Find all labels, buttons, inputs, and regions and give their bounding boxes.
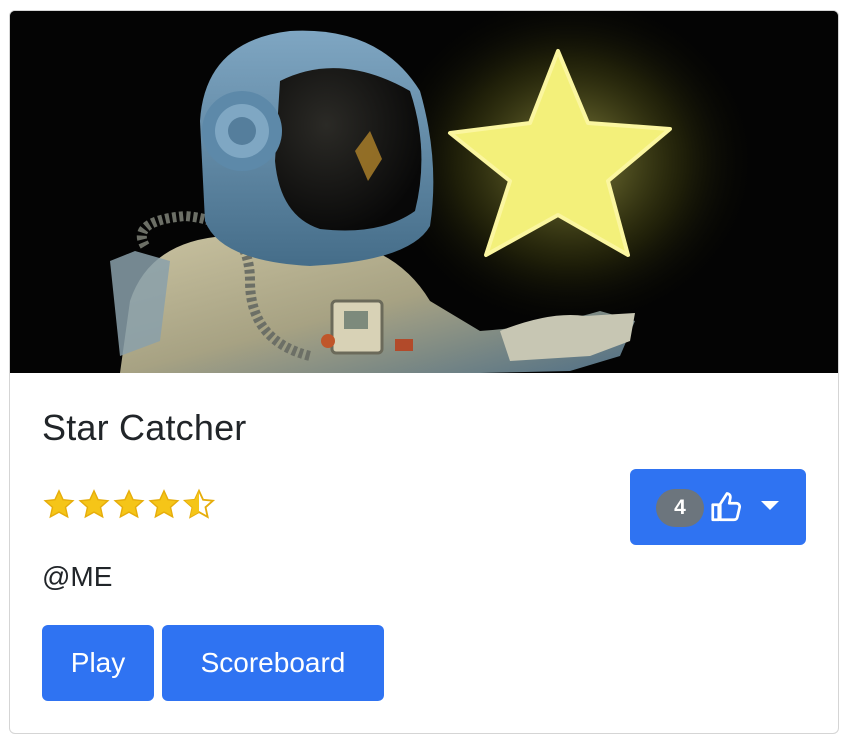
like-count-badge: 4 — [656, 489, 704, 527]
star-full-icon — [43, 489, 75, 519]
star-full-icon — [113, 489, 145, 519]
star-full-icon — [78, 489, 110, 519]
chevron-down-icon — [761, 501, 779, 510]
thumbs-up-icon — [709, 488, 745, 533]
star-full-icon — [148, 489, 180, 519]
play-button[interactable]: Play — [42, 625, 154, 701]
rating-stars — [42, 488, 216, 522]
scoreboard-button[interactable]: Scoreboard — [162, 625, 384, 701]
author-handle: @ME — [42, 561, 113, 592]
star-half-icon — [182, 488, 216, 519]
like-dropdown-button[interactable]: 4 — [630, 469, 806, 545]
game-title: Star Catcher — [42, 407, 247, 448]
game-cover-image — [10, 11, 838, 373]
game-card: Star Catcher @ME 4 Play Scoreboard — [9, 10, 839, 734]
